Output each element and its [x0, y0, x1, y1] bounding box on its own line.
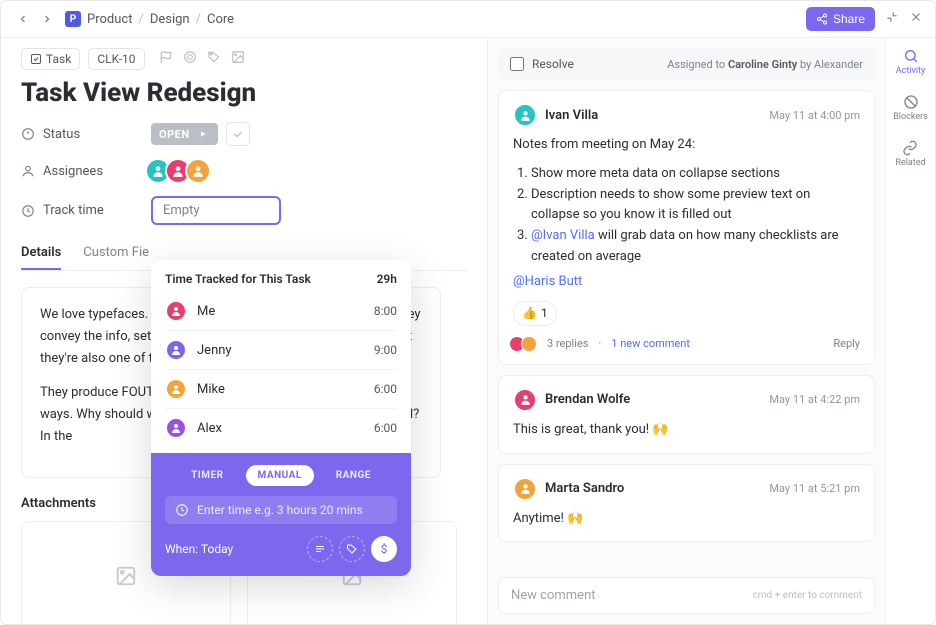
task-id-pill[interactable]: CLK-10: [88, 48, 144, 70]
mention[interactable]: @Haris Butt: [513, 274, 582, 289]
reaction-button[interactable]: 👍 1: [513, 301, 557, 326]
mode-manual[interactable]: MANUAL: [246, 465, 314, 486]
comment-card: Ivan Villa May 11 at 4:00 pm Notes from …: [498, 90, 875, 365]
time-entry-input[interactable]: Enter time e.g. 3 hours 20 mins: [165, 496, 397, 524]
nav-back-button[interactable]: [13, 9, 33, 29]
resolve-label: Resolve: [532, 57, 574, 71]
status-badge[interactable]: OPEN: [151, 123, 218, 145]
comment-list-item: @Ivan Villa will grab data on how many c…: [531, 226, 860, 268]
time-tracked-total: 29h: [377, 272, 397, 286]
target-icon[interactable]: [183, 50, 197, 68]
flag-icon[interactable]: [159, 50, 173, 68]
reply-button[interactable]: Reply: [833, 337, 860, 350]
top-bar: P Product/ Design/ Core Share: [1, 1, 935, 38]
avatar: [513, 103, 537, 127]
tab-custom-fields[interactable]: Custom Fie: [83, 237, 149, 270]
nav-forward-button[interactable]: [37, 9, 57, 29]
image-icon[interactable]: [231, 50, 245, 68]
avatar: [165, 339, 187, 361]
time-row-value: 6:00: [374, 421, 397, 435]
share-button[interactable]: Share: [806, 7, 875, 31]
avatar: [521, 336, 537, 352]
mention[interactable]: @Ivan Villa: [531, 228, 595, 243]
comment-list-item: Show more meta data on collapse sections: [531, 164, 860, 185]
comment-card: Brendan Wolfe May 11 at 4:22 pm This is …: [498, 375, 875, 454]
time-row-value: 8:00: [374, 304, 397, 318]
crumb-design[interactable]: Design: [150, 12, 190, 27]
tab-details[interactable]: Details: [21, 237, 61, 270]
task-type-pill[interactable]: Task: [21, 48, 80, 70]
time-row-value: 6:00: [374, 382, 397, 396]
time-row[interactable]: Alex 6:00: [165, 408, 397, 447]
tag-icon[interactable]: [207, 50, 221, 68]
crumb-product[interactable]: Product: [87, 12, 132, 27]
time-row-name: Alex: [197, 421, 222, 436]
resolve-checkbox[interactable]: [510, 57, 524, 71]
time-row[interactable]: Me 8:00: [165, 292, 397, 330]
rail-related[interactable]: Related: [895, 140, 925, 168]
replies-count[interactable]: 3 replies: [547, 337, 588, 350]
time-row-value: 9:00: [374, 343, 397, 357]
time-row[interactable]: Jenny 9:00: [165, 330, 397, 369]
billable-button[interactable]: $: [371, 536, 397, 562]
status-label: Status: [43, 127, 80, 142]
comment-date: May 11 at 4:22 pm: [769, 393, 860, 406]
comment-text: This is great, thank you! 🙌: [513, 420, 860, 441]
comment-date: May 11 at 4:00 pm: [769, 109, 860, 122]
time-row[interactable]: Mike 6:00: [165, 369, 397, 408]
assignees-label: Assignees: [43, 164, 103, 179]
comment-author: Brendan Wolfe: [545, 392, 630, 407]
new-comment-link[interactable]: 1 new comment: [611, 337, 690, 350]
comment-list-item: Description needs to show some preview t…: [531, 185, 860, 227]
rail-blockers[interactable]: Blockers: [893, 94, 928, 122]
avatar: [165, 417, 187, 439]
breadcrumb: P Product/ Design/ Core: [65, 11, 234, 27]
avatar: [185, 158, 211, 184]
avatar: [165, 378, 187, 400]
assignment-bar: Resolve Assigned to Caroline Ginty by Al…: [498, 48, 875, 80]
assignee-avatars[interactable]: [151, 158, 211, 184]
close-icon[interactable]: [909, 10, 923, 28]
track-time-field[interactable]: Empty: [151, 196, 281, 225]
rail-activity[interactable]: Activity: [896, 48, 925, 76]
complete-checkbox[interactable]: [226, 122, 250, 146]
avatar: [513, 477, 537, 501]
assigned-to-text: Assigned to Caroline Ginty by Alexander: [667, 58, 863, 71]
comment-author: Marta Sandro: [545, 481, 624, 496]
comment-author: Ivan Villa: [545, 108, 598, 123]
track-time-label: Track time: [43, 203, 104, 218]
comment-date: May 11 at 5:21 pm: [769, 482, 860, 495]
mode-timer[interactable]: TIMER: [179, 465, 235, 486]
comment-card: Marta Sandro May 11 at 5:21 pm Anytime! …: [498, 464, 875, 543]
time-entry-placeholder: Enter time e.g. 3 hours 20 mins: [197, 503, 363, 517]
time-tracking-popover: Time Tracked for This Task 29h Me 8:00 Jen…: [151, 260, 411, 576]
time-row-name: Me: [197, 304, 215, 319]
mode-range[interactable]: RANGE: [324, 465, 383, 486]
time-row-name: Jenny: [197, 343, 232, 358]
task-title[interactable]: Task View Redesign: [21, 78, 467, 108]
compose-hint: cmd + enter to comment: [753, 590, 862, 601]
note-button[interactable]: [307, 536, 333, 562]
avatar: [513, 388, 537, 412]
crumb-core[interactable]: Core: [207, 12, 234, 27]
when-label[interactable]: When: Today: [165, 542, 233, 556]
comment-text: Notes from meeting on May 24:: [513, 135, 860, 156]
time-row-name: Mike: [197, 382, 225, 397]
new-comment-input[interactable]: New comment cmd + enter to comment: [498, 577, 875, 614]
time-tracked-title: Time Tracked for This Task: [165, 272, 311, 286]
new-comment-placeholder: New comment: [511, 588, 596, 603]
minimize-icon[interactable]: [885, 10, 899, 28]
space-icon: P: [65, 11, 81, 27]
comment-text: Anytime! 🙌: [513, 509, 860, 530]
avatar: [165, 300, 187, 322]
label-button[interactable]: [339, 536, 365, 562]
